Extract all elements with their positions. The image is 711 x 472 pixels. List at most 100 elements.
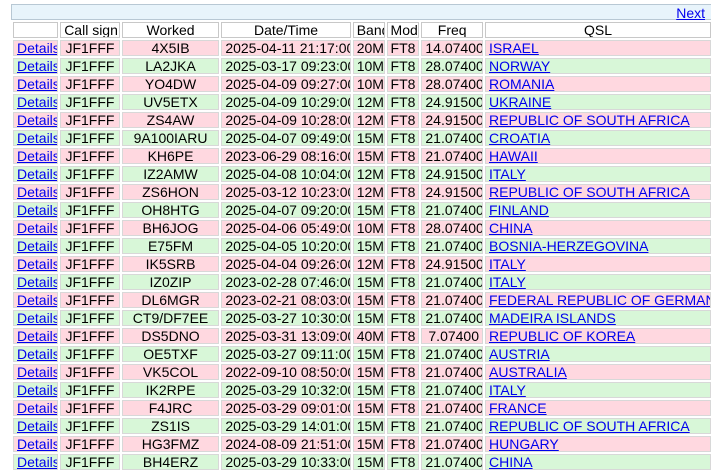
band-cell: 12M — [352, 94, 385, 110]
details-link[interactable]: Details — [17, 131, 57, 145]
qsl-country-link[interactable]: BOSNIA-HERZEGOVINA — [489, 239, 648, 253]
worked-cell: BH6JOG — [121, 220, 220, 236]
qsl-cell: ITALY — [485, 166, 711, 182]
call-sign-cell: JF1FFF — [60, 166, 120, 182]
qsl-country-link[interactable]: HAWAII — [489, 149, 538, 163]
mode-cell: FT8 — [386, 382, 420, 398]
call-sign-cell: JF1FFF — [60, 400, 120, 416]
qsl-country-link[interactable]: FEDERAL REPUBLIC OF GERMANY — [489, 293, 710, 307]
qsl-country-link[interactable]: HUNGARY — [489, 437, 559, 451]
call-sign-cell: JF1FFF — [60, 382, 120, 398]
qsl-country-link[interactable]: CROATIA — [489, 131, 550, 145]
date-time-cell: 2025-03-27 10:30:00 — [221, 310, 351, 326]
qsl-country-link[interactable]: REPUBLIC OF SOUTH AFRICA — [489, 113, 690, 127]
details-link[interactable]: Details — [17, 239, 57, 253]
table-row: Details JF1FFF OH8HTG 2025-04-07 09:20:00 15… — [13, 202, 711, 218]
worked-cell: BH4ERZ — [121, 454, 220, 470]
mode-cell: FT8 — [386, 256, 420, 272]
details-link[interactable]: Details — [17, 167, 57, 181]
qsl-country-link[interactable]: CHINA — [489, 221, 533, 235]
details-link[interactable]: Details — [17, 329, 57, 343]
details-link[interactable]: Details — [17, 455, 57, 469]
qsl-country-link[interactable]: AUSTRIA — [489, 347, 550, 361]
worked-cell: DL6MGR — [121, 292, 220, 308]
worked-cell: CT9/DF7EE — [121, 310, 220, 326]
mode-cell: FT8 — [386, 184, 420, 200]
mode-cell: FT8 — [386, 76, 420, 92]
qsl-country-link[interactable]: FRANCE — [489, 401, 547, 415]
mode-cell: FT8 — [386, 94, 420, 110]
details-link[interactable]: Details — [17, 95, 57, 109]
qsl-country-link[interactable]: ITALY — [489, 383, 526, 397]
details-link[interactable]: Details — [17, 401, 57, 415]
table-body: Details JF1FFF 4X5IB 2025-04-11 21:17:00 20M… — [13, 40, 711, 470]
freq-cell: 28.07400 — [421, 76, 483, 92]
next-page-link[interactable]: Next — [676, 5, 705, 21]
band-cell: 15M — [352, 148, 385, 164]
details-cell: Details — [13, 436, 59, 452]
table-row: Details JF1FFF BH6JOG 2025-04-06 05:49:00 10… — [13, 220, 711, 236]
table-row: Details JF1FFF UV5ETX 2025-04-09 10:29:00 12… — [13, 94, 711, 110]
band-cell: 15M — [352, 436, 385, 452]
qsl-country-link[interactable]: FINLAND — [489, 203, 549, 217]
qsl-country-link[interactable]: ITALY — [489, 275, 526, 289]
date-time-cell: 2023-02-28 07:46:00 — [221, 274, 351, 290]
call-sign-cell: JF1FFF — [60, 202, 120, 218]
qsl-country-link[interactable]: MADEIRA ISLANDS — [489, 311, 616, 325]
mode-cell: FT8 — [386, 454, 420, 470]
date-time-cell: 2023-02-21 08:03:00 — [221, 292, 351, 308]
qsl-country-link[interactable]: NORWAY — [489, 59, 550, 73]
qsl-cell: NORWAY — [485, 58, 711, 74]
band-cell: 15M — [352, 292, 385, 308]
details-link[interactable]: Details — [17, 293, 57, 307]
qsl-cell: UKRAINE — [485, 94, 711, 110]
details-link[interactable]: Details — [17, 419, 57, 433]
details-link[interactable]: Details — [17, 365, 57, 379]
qsl-country-link[interactable]: ITALY — [489, 167, 526, 181]
date-time-cell: 2023-06-29 08:16:00 — [221, 148, 351, 164]
freq-cell: 21.07400 — [421, 202, 483, 218]
qsl-country-link[interactable]: AUSTRALIA — [489, 365, 567, 379]
qsl-country-link[interactable]: CHINA — [489, 455, 533, 469]
details-link[interactable]: Details — [17, 203, 57, 217]
qsl-country-link[interactable]: REPUBLIC OF SOUTH AFRICA — [489, 419, 690, 433]
details-link[interactable]: Details — [17, 257, 57, 271]
freq-cell: 21.07400 — [421, 310, 483, 326]
details-link[interactable]: Details — [17, 113, 57, 127]
details-link[interactable]: Details — [17, 347, 57, 361]
table-row: Details JF1FFF DL6MGR 2023-02-21 08:03:00 15… — [13, 292, 711, 308]
band-cell: 20M — [352, 40, 385, 56]
worked-cell: IZ2AMW — [121, 166, 220, 182]
details-link[interactable]: Details — [17, 221, 57, 235]
details-link[interactable]: Details — [17, 383, 57, 397]
details-link[interactable]: Details — [17, 311, 57, 325]
details-cell: Details — [13, 220, 59, 236]
band-cell: 15M — [352, 274, 385, 290]
qsl-cell: CROATIA — [485, 130, 711, 146]
qsl-country-link[interactable]: REPUBLIC OF KOREA — [489, 329, 635, 343]
qsl-country-link[interactable]: ITALY — [489, 257, 526, 271]
worked-cell: IZ0ZIP — [121, 274, 220, 290]
qsl-country-link[interactable]: REPUBLIC OF SOUTH AFRICA — [489, 185, 690, 199]
table-row: Details JF1FFF ZS1IS 2025-03-29 14:01:00 15M… — [13, 418, 711, 434]
date-time-cell: 2025-03-29 09:01:00 — [221, 400, 351, 416]
freq-cell: 21.07400 — [421, 130, 483, 146]
details-cell: Details — [13, 166, 59, 182]
details-link[interactable]: Details — [17, 77, 57, 91]
details-link[interactable]: Details — [17, 275, 57, 289]
details-link[interactable]: Details — [17, 149, 57, 163]
date-time-cell: 2025-03-27 09:11:00 — [221, 346, 351, 362]
qsl-cell: REPUBLIC OF KOREA — [485, 328, 711, 344]
details-link[interactable]: Details — [17, 41, 57, 55]
qsl-country-link[interactable]: ROMANIA — [489, 77, 554, 91]
details-link[interactable]: Details — [17, 59, 57, 73]
call-sign-cell: JF1FFF — [60, 94, 120, 110]
details-link[interactable]: Details — [17, 437, 57, 451]
freq-cell: 24.91500 — [421, 94, 483, 110]
table-row: Details JF1FFF OE5TXF 2025-03-27 09:11:00 15… — [13, 346, 711, 362]
qsl-country-link[interactable]: UKRAINE — [489, 95, 551, 109]
date-time-cell: 2025-03-17 09:23:00 — [221, 58, 351, 74]
qsl-country-link[interactable]: ISRAEL — [489, 41, 539, 55]
details-link[interactable]: Details — [17, 185, 57, 199]
date-time-cell: 2025-04-09 09:27:00 — [221, 76, 351, 92]
